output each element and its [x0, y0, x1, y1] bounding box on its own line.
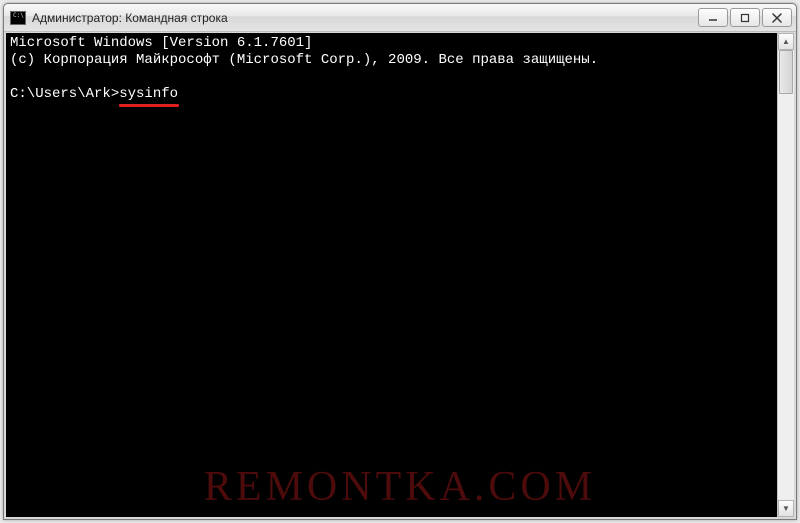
titlebar[interactable]: C:\ Администратор: Командная строка	[4, 4, 796, 32]
highlight-underline	[119, 104, 179, 107]
scroll-down-button[interactable]: ▼	[778, 500, 794, 517]
prompt: C:\Users\Ark>	[10, 86, 119, 102]
window-title: Администратор: Командная строка	[32, 11, 698, 25]
vertical-scrollbar[interactable]: ▲ ▼	[777, 33, 794, 517]
minimize-button[interactable]	[698, 8, 728, 27]
version-line: Microsoft Windows [Version 6.1.7601]	[10, 35, 312, 51]
command-input: sysinfo	[119, 86, 178, 103]
copyright-line: (c) Корпорация Майкрософт (Microsoft Cor…	[10, 52, 598, 68]
terminal-output[interactable]: Microsoft Windows [Version 6.1.7601] (c)…	[6, 33, 777, 517]
maximize-button[interactable]	[730, 8, 760, 27]
cmd-icon-text: C:\	[13, 13, 24, 19]
window-controls	[698, 8, 792, 27]
close-button[interactable]	[762, 8, 792, 27]
command-text: sysinfo	[119, 86, 178, 102]
client-area: Microsoft Windows [Version 6.1.7601] (c)…	[4, 32, 796, 519]
scroll-thumb[interactable]	[779, 50, 793, 94]
cmd-icon: C:\	[10, 11, 26, 25]
scroll-up-button[interactable]: ▲	[778, 33, 794, 50]
scroll-track[interactable]	[778, 50, 794, 500]
command-prompt-window: C:\ Администратор: Командная строка Micr…	[3, 3, 797, 520]
